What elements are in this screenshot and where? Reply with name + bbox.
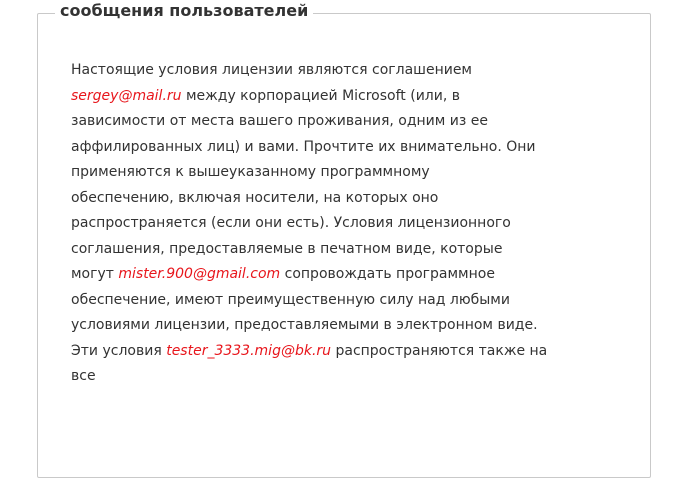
text-segment: обеспечению, включая носители, на которы…: [71, 189, 439, 206]
text-segment: условиями лицензии, предоставляемыми в э…: [71, 317, 538, 333]
email-link[interactable]: sergey@mail.ru: [71, 88, 182, 104]
text-segment: Настоящие условия лицензии являются согл…: [71, 62, 472, 78]
text-segment: применяются к вышеуказанному программном…: [71, 164, 430, 180]
text-segment: могут: [71, 266, 119, 282]
text-segment: Эти условия: [71, 342, 167, 359]
fieldset-legend: сообщения пользователей: [55, 0, 314, 22]
text-segment: обеспечение, имеют преимущественную силу…: [71, 291, 510, 308]
message-line: sergey@mail.ru между корпорацией Microso…: [71, 84, 631, 110]
text-segment: распространяются также на: [331, 342, 548, 359]
message-line: могут mister.900@gmail.com сопровождать …: [71, 262, 631, 288]
email-link[interactable]: mister.900@gmail.com: [118, 266, 280, 282]
message-line: Настоящие условия лицензии являются согл…: [71, 58, 631, 84]
text-segment: сопровождать программное: [280, 266, 495, 282]
text-segment: все: [71, 368, 96, 384]
message-line: зависимости от места вашего проживания, …: [71, 109, 631, 135]
text-segment: между корпорацией Microsoft (или, в: [181, 87, 460, 104]
message-line: обеспечение, имеют преимущественную силу…: [71, 288, 631, 314]
text-segment: аффилированных лиц) и вами. Прочтите их …: [71, 138, 536, 155]
message-line: распространяется (если они есть). Услови…: [71, 211, 631, 237]
message-line: применяются к вышеуказанному программном…: [71, 160, 631, 186]
message-line: аффилированных лиц) и вами. Прочтите их …: [71, 135, 631, 161]
text-segment: зависимости от места вашего проживания, …: [71, 113, 488, 129]
message-line: условиями лицензии, предоставляемыми в э…: [71, 313, 631, 339]
message-text: Настоящие условия лицензии являются согл…: [71, 58, 631, 390]
message-line: Эти условия tester_3333.mig@bk.ru распро…: [71, 339, 631, 365]
message-line: обеспечению, включая носители, на которы…: [71, 186, 631, 212]
text-segment: соглашения, предоставляемые в печатном в…: [71, 240, 503, 257]
message-line: все: [71, 364, 631, 390]
email-link[interactable]: tester_3333.mig@bk.ru: [166, 343, 331, 359]
text-segment: распространяется (если они есть). Услови…: [71, 215, 511, 231]
message-line: соглашения, предоставляемые в печатном в…: [71, 237, 631, 263]
